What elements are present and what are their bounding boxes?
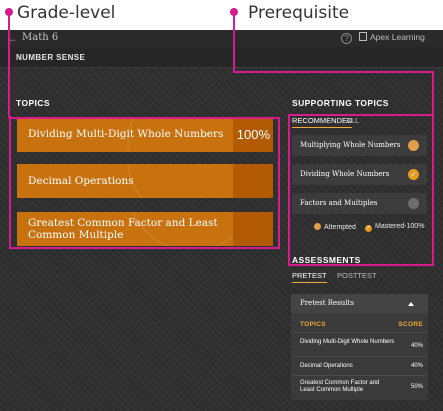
- tab-all[interactable]: ALL: [346, 116, 359, 125]
- col-topics-header: TOPICS: [300, 321, 326, 328]
- legend-attempted-label: Attempted: [324, 224, 356, 231]
- annotation-connector: [8, 13, 10, 117]
- row-divider: [291, 356, 428, 357]
- mastered-legend-icon: ✓: [365, 225, 372, 232]
- annotation-label: Grade-level: [17, 3, 116, 23]
- result-score: 40%: [410, 343, 423, 349]
- row-divider: [291, 375, 428, 376]
- tab-recommended[interactable]: RECOMMENDED: [292, 116, 353, 128]
- legend-mastered-label: Mastered-100%: [375, 223, 425, 230]
- app-window: ← Math 6 ? Apex Learning NUMBER SENSE TO…: [0, 30, 443, 411]
- unit-title: NUMBER SENSE: [16, 53, 86, 62]
- annotation-connector: [8, 116, 11, 118]
- annotation-connector: [233, 71, 433, 73]
- result-topic: Decimal Operations: [300, 363, 353, 369]
- mastered-check-icon: ✓: [408, 169, 419, 180]
- annotation-label: Prerequisite: [248, 3, 350, 23]
- brand-name: Apex Learning: [370, 32, 425, 42]
- support-topic-item[interactable]: Factors and Multiples: [292, 193, 427, 214]
- result-topic: Dividing Multi-Digit Whole Numbers: [300, 339, 395, 345]
- support-topic-label: Dividing Whole Numbers: [300, 170, 390, 178]
- legend-mastered: ✓ Mastered-100%: [365, 223, 424, 232]
- not-started-status-icon: [408, 198, 419, 209]
- annotation-connector: [233, 13, 235, 72]
- result-topic: Greatest Common Factor and Least Common …: [300, 380, 380, 393]
- attempted-status-icon: [408, 140, 419, 151]
- tab-posttest[interactable]: POSTTEST: [337, 271, 377, 280]
- topics-heading: TOPICS: [16, 98, 50, 108]
- support-topic-label: Multiplying Whole Numbers: [300, 141, 401, 149]
- result-score: 50%: [410, 384, 423, 390]
- results-header[interactable]: Pretest Results: [291, 294, 428, 313]
- support-topic-item[interactable]: Dividing Whole Numbers ✓: [292, 164, 427, 185]
- help-icon[interactable]: ?: [341, 33, 352, 44]
- grade-level-highlight: [9, 117, 280, 249]
- apex-logo-icon: [359, 32, 367, 41]
- results-title: Pretest Results: [300, 299, 354, 307]
- annotation-connector: [432, 71, 434, 115]
- top-bar: ← Math 6 ? Apex Learning: [0, 30, 443, 47]
- support-topic-label: Factors and Multiples: [300, 199, 378, 207]
- tab-pretest[interactable]: PRETEST: [292, 271, 327, 283]
- caret-up-icon[interactable]: [408, 302, 414, 306]
- assessments-heading: ASSESSMENTS: [292, 255, 361, 265]
- row-divider: [291, 332, 428, 333]
- col-score-header: SCORE: [398, 321, 423, 328]
- result-score: 40%: [410, 363, 423, 369]
- supporting-topics-heading: SUPPORTING TOPICS: [292, 98, 389, 108]
- course-title: Math 6: [22, 32, 59, 43]
- pretest-results-panel: Pretest Results TOPICS SCORE Dividing Mu…: [291, 294, 428, 400]
- brand-logo: Apex Learning: [359, 32, 425, 42]
- legend-attempted: Attempted: [314, 223, 356, 231]
- attempted-legend-icon: [314, 223, 321, 230]
- unit-header: NUMBER SENSE: [0, 47, 443, 68]
- support-topic-item[interactable]: Multiplying Whole Numbers: [292, 135, 427, 156]
